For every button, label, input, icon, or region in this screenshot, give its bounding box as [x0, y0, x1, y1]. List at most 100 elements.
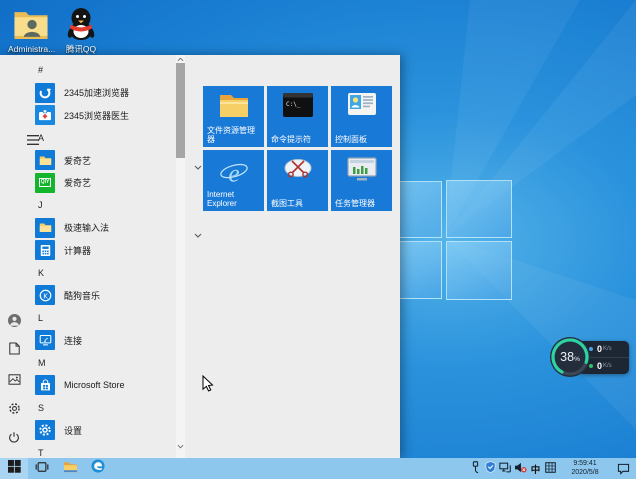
section-header-A[interactable]: A — [30, 127, 188, 150]
tray-volume-muted-button[interactable] — [513, 458, 528, 479]
app-list-scrollbar[interactable] — [176, 55, 185, 458]
tile-label: 控制面板 — [335, 135, 367, 144]
tile-label: 截图工具 — [271, 199, 303, 208]
start-tile[interactable]: e Internet Explorer — [203, 150, 264, 211]
notification-center-button[interactable] — [612, 458, 634, 479]
tray-security-shield-button[interactable] — [483, 458, 498, 479]
svg-text:K: K — [43, 291, 48, 300]
app-item[interactable]: 2345浏览器医生 — [30, 104, 180, 127]
folder-app-icon — [35, 150, 55, 171]
app-item-label: 2345加速浏览器 — [64, 88, 130, 99]
app-item-label: 2345浏览器医生 — [64, 110, 130, 121]
section-header-label: S — [38, 402, 45, 413]
section-header-K[interactable]: K — [30, 262, 188, 285]
section-header-M[interactable]: M — [30, 352, 188, 375]
start-tile[interactable]: 控制面板 — [331, 86, 392, 147]
svg-text:e: e — [228, 159, 239, 187]
rail-settings-button[interactable] — [3, 400, 25, 422]
app-item-label: 极速输入法 — [64, 223, 110, 234]
ms-store-icon — [35, 375, 55, 396]
speed-unit: K/s — [603, 346, 612, 352]
tray-ime-grid-button[interactable] — [543, 458, 558, 479]
scrollbar-thumb[interactable] — [176, 63, 185, 158]
app-item-label: 设置 — [64, 425, 83, 436]
browser-doctor-icon — [35, 105, 55, 126]
task-manager-tile-icon — [346, 157, 377, 188]
app-item[interactable]: 计算器 — [30, 239, 180, 262]
app-item-label: 计算器 — [64, 245, 92, 256]
section-header-label: K — [38, 267, 45, 278]
section-header-#[interactable]: # — [30, 59, 188, 82]
app-item[interactable]: 设置 — [30, 419, 180, 442]
speed-unit: K/s — [603, 363, 612, 369]
chevron-down-icon[interactable] — [194, 225, 202, 243]
iqiyi-icon: QIY — [35, 172, 55, 193]
speed-value: 0 — [597, 344, 603, 354]
cmd-tile-icon: C:\_ — [282, 93, 313, 122]
app-item[interactable]: 爱奇艺 — [30, 149, 202, 172]
tray-ime-language-button[interactable]: 中 — [528, 458, 543, 479]
control-panel-tile-icon — [347, 93, 376, 120]
app-item-label: 酷狗音乐 — [64, 290, 101, 301]
section-header-label: T — [38, 447, 44, 458]
section-header-label: M — [38, 357, 46, 368]
taskbar-edge-browser-button[interactable] — [84, 458, 112, 479]
documents-icon — [8, 342, 20, 360]
ime-grid-icon — [545, 460, 556, 478]
start-tile[interactable]: 文件资源管理器 — [203, 86, 264, 147]
app-item-label: 连接 — [64, 335, 83, 346]
section-header-J[interactable]: J — [30, 194, 188, 217]
rail-pictures-button[interactable] — [3, 370, 25, 392]
chevron-down-icon[interactable] — [194, 157, 202, 175]
user-avatar-icon — [7, 314, 21, 332]
scroll-up-icon[interactable] — [176, 55, 185, 63]
section-header-label: L — [38, 312, 44, 323]
usb-icon — [471, 460, 480, 478]
desktop-icon[interactable]: Administra... — [8, 6, 56, 54]
desktop-icon[interactable]: 腾讯QQ — [58, 6, 104, 54]
tray-network-button[interactable] — [498, 458, 513, 479]
app-item[interactable]: 2345加速浏览器 — [30, 82, 180, 105]
section-header-S[interactable]: S — [30, 397, 188, 420]
pictures-icon — [7, 372, 21, 390]
taskbar-file-explorer-button[interactable] — [56, 458, 84, 479]
ime-language-label: 中 — [530, 464, 541, 476]
usage-percent: 38% — [560, 350, 580, 364]
notification-icon — [617, 463, 629, 475]
explorer-small-icon — [63, 460, 78, 478]
windows-logo-pane — [446, 241, 512, 300]
rail-power-button[interactable] — [3, 429, 25, 451]
section-header-label: A — [38, 132, 45, 143]
tray-usb-button[interactable] — [468, 458, 483, 479]
desktop-icon-label: Administra... — [8, 44, 56, 54]
taskbar-task-view-button[interactable] — [28, 458, 56, 479]
ie-tile-icon: e — [218, 157, 250, 192]
start-tile[interactable]: 截图工具 — [267, 150, 328, 211]
app-item[interactable]: 极速输入法 — [30, 217, 202, 240]
app-item[interactable]: 连接 — [30, 329, 180, 352]
taskbar-start-button[interactable] — [0, 458, 28, 479]
start-tile[interactable]: 任务管理器 — [331, 150, 392, 211]
edge-icon — [91, 459, 105, 478]
qq-penguin-icon — [58, 6, 104, 42]
settings-tile-icon — [35, 420, 55, 441]
app-item-label: Microsoft Store — [64, 380, 125, 391]
app-item[interactable]: K 酷狗音乐 — [30, 284, 180, 307]
rail-documents-button[interactable] — [3, 340, 25, 362]
start-tile[interactable]: C:\_ 命令提示符 — [267, 86, 328, 147]
start-icon — [7, 459, 21, 478]
security-shield-icon — [485, 460, 496, 478]
rail-user-button[interactable] — [3, 312, 25, 334]
section-header-label: # — [38, 65, 44, 76]
app-item[interactable]: QIY 爱奇艺 — [30, 172, 180, 195]
task-view-icon — [35, 460, 49, 478]
section-header-L[interactable]: L — [30, 307, 188, 330]
scroll-down-icon[interactable] — [176, 442, 185, 450]
tile-label: Internet Explorer — [207, 190, 237, 208]
taskbar: 中 9:59:41 2020/5/8 — [0, 458, 636, 479]
volume-muted-icon — [514, 460, 527, 478]
memory-usage-ball[interactable]: 38% — [548, 335, 592, 379]
app-item[interactable]: Microsoft Store — [30, 374, 180, 397]
taskbar-clock[interactable]: 9:59:41 2020/5/8 — [562, 460, 608, 477]
svg-text:C:\_: C:\_ — [286, 101, 301, 108]
